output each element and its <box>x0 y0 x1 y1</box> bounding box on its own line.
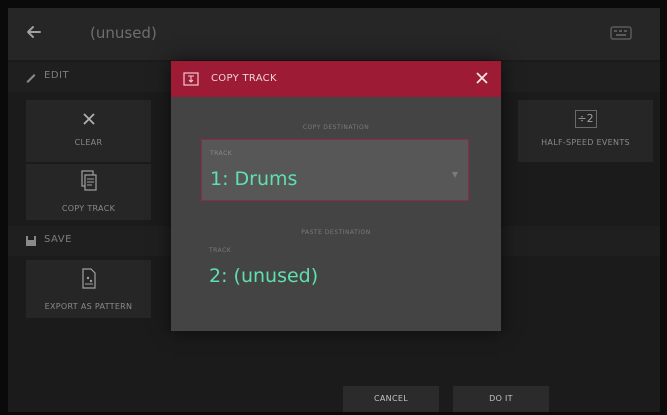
dest-caption: PASTE DESTINATION <box>301 229 371 236</box>
source-track-select[interactable]: TRACK 1: Drums ▼ <box>201 139 469 201</box>
edit-section-label: EDIT <box>44 70 70 81</box>
dest-track-value[interactable]: 2: (unused) <box>209 265 318 287</box>
copy-track-button[interactable]: COPY TRACK <box>26 164 151 220</box>
clear-label: CLEAR <box>74 138 103 147</box>
close-icon <box>82 113 95 125</box>
track-title: (unused) <box>90 24 157 42</box>
save-icon <box>26 236 36 246</box>
export-as-pattern-button[interactable]: EXPORT AS PATTERN <box>26 260 151 318</box>
copy-track-icon <box>183 72 199 86</box>
clear-button[interactable]: CLEAR <box>26 100 151 162</box>
keyboard-button[interactable] <box>610 25 632 41</box>
half-speed-events-button[interactable]: ÷2 HALF-SPEED EVENTS <box>518 100 653 162</box>
close-icon <box>476 72 488 84</box>
screen: (unused) EDIT CLEAR ÷2 HALF-SPEED EVENTS <box>8 8 660 412</box>
back-button[interactable] <box>22 22 46 46</box>
copy-track-dialog: COPY TRACK COPY DESTINATION TRACK 1: Dru… <box>171 61 501 331</box>
half-speed-icon: ÷2 <box>574 110 597 128</box>
half-speed-events-label: HALF-SPEED EVENTS <box>541 138 630 147</box>
dest-field-label: TRACK <box>209 247 232 254</box>
copy-document-icon <box>80 170 97 191</box>
cancel-button[interactable]: CANCEL <box>343 386 439 412</box>
source-track-value: 1: Drums <box>210 168 298 190</box>
top-bar: (unused) <box>8 8 660 60</box>
close-button[interactable] <box>475 68 489 90</box>
do-it-button[interactable]: DO IT <box>453 386 549 412</box>
export-as-pattern-label: EXPORT AS PATTERN <box>44 302 133 311</box>
source-caption: COPY DESTINATION <box>302 124 370 131</box>
chevron-down-icon: ▼ <box>451 170 458 179</box>
arrow-left-icon <box>27 26 41 38</box>
source-field-label: TRACK <box>210 150 233 157</box>
save-section-label: SAVE <box>44 234 72 245</box>
copy-track-label: COPY TRACK <box>61 204 116 213</box>
dialog-title: COPY TRACK <box>211 73 277 84</box>
pencil-icon <box>26 74 36 83</box>
dialog-header: COPY TRACK <box>171 61 501 97</box>
keyboard-icon <box>610 26 632 40</box>
export-document-icon <box>81 268 96 289</box>
